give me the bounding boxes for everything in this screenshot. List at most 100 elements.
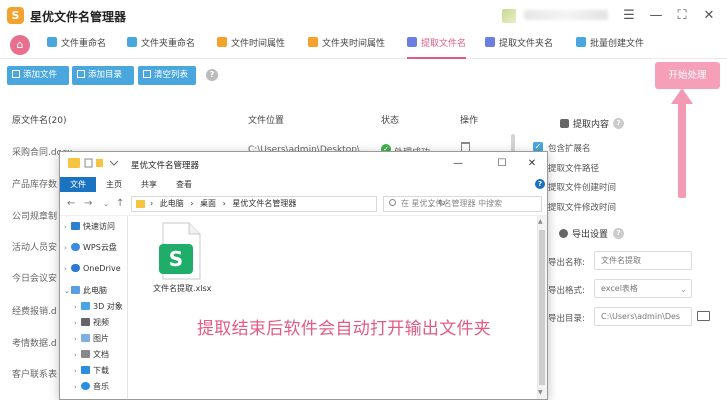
xlsx-file-icon[interactable]: S (159, 222, 201, 280)
tab-folder-rename[interactable]: 文件夹重命名 (127, 32, 195, 59)
annotation-caption: 提取结束后软件会自动打开输出文件夹 (197, 319, 492, 339)
chevron-right-icon: › (74, 303, 77, 311)
tab-label: 提取文件名 (421, 39, 467, 49)
nav-item-pictures[interactable]: › 图片 (74, 332, 109, 346)
nav-label: 音乐 (93, 382, 109, 391)
nav-label: 图片 (93, 334, 109, 343)
back-arrow-icon[interactable]: ← (67, 198, 75, 209)
export-dir-input[interactable]: C:\Users\admin\Des (594, 307, 692, 326)
user-avatar[interactable] (502, 9, 516, 23)
tab-file-rename[interactable]: 文件重命名 (47, 32, 106, 59)
explorer-maximize-button[interactable]: ☐ (495, 157, 509, 171)
export-dir-label: 导出目录: (548, 314, 585, 324)
file-icon-letter: S (169, 247, 183, 271)
chevron-right-icon: › (74, 335, 77, 343)
tab-batch-create[interactable]: 批量创建文件 (576, 32, 644, 59)
tab-file-time[interactable]: 文件时间属性 (217, 32, 285, 59)
nav-item-music[interactable]: › 音乐 (74, 380, 109, 394)
nav-item-wps-cloud[interactable]: › WPS云盘 (64, 241, 117, 255)
add-file-button[interactable]: 添加文件 (7, 66, 69, 85)
video-icon (81, 318, 90, 326)
table-row-name[interactable]: 公司规章制 (12, 209, 58, 222)
table-row-name[interactable]: 今日会议安 (12, 271, 58, 284)
minimize-button[interactable]: — (648, 8, 664, 24)
nav-item-downloads[interactable]: › 下载 (74, 364, 109, 378)
user-name-blurred (524, 10, 608, 20)
nav-item-onedrive[interactable]: › OneDrive (64, 262, 121, 276)
explorer-minimize-button[interactable]: — (451, 157, 465, 171)
scroll-up-icon[interactable]: ▲ (538, 218, 543, 225)
arrow-annotation-shaft (678, 100, 686, 198)
tab-label: 文件时间属性 (231, 39, 286, 49)
file-name-label[interactable]: 文件名提取.xlsx (153, 283, 211, 294)
nav-label: 此电脑 (83, 286, 107, 295)
extract-help-icon[interactable]: ? (613, 118, 624, 129)
music-icon (81, 382, 90, 390)
address-sep: › (222, 199, 226, 208)
extract-title-text: 提取内容 (573, 120, 610, 130)
header-status[interactable]: 状态 (381, 113, 399, 126)
explorer-close-button[interactable]: ✕ (525, 157, 539, 171)
option-extract-created[interactable]: 提取文件创建时间 (548, 181, 616, 193)
recent-chevron-icon[interactable]: ⌄ (103, 200, 109, 208)
address-bar[interactable]: › 此电脑 › 桌面 › 星优文件名管理器 ⌄ ↻ (131, 196, 446, 212)
ribbon-help-icon[interactable]: ? (535, 179, 545, 189)
maximize-button[interactable]: ⛶ (674, 8, 690, 24)
explorer-window: 星优文件名管理器 — ☐ ✕ 文件 主页 共享 查看 ? ← → ⌄ ↑ › 此… (59, 151, 548, 400)
address-crumb-folder[interactable]: 星优文件名管理器 (232, 199, 296, 208)
export-name-input[interactable]: 文件名提取 (594, 251, 692, 270)
close-button[interactable]: ✕ (701, 8, 717, 24)
chevron-right-icon: › (74, 319, 77, 327)
nav-item-3d-objects[interactable]: › 3D 对象 (74, 300, 123, 314)
table-row-name[interactable]: 活动人员安 (12, 240, 58, 253)
tab-folder-time[interactable]: 文件夹时间属性 (308, 32, 385, 59)
nav-label: OneDrive (83, 264, 121, 273)
tab-extract-filename[interactable]: 提取文件名 (407, 32, 467, 59)
forward-arrow-icon[interactable]: → (84, 198, 92, 209)
add-file-icon (12, 70, 20, 78)
export-help-icon[interactable]: ? (613, 228, 624, 239)
add-file-label: 添加文件 (23, 70, 58, 80)
folder-icon[interactable] (697, 311, 710, 321)
up-arrow-icon[interactable]: ↑ (116, 198, 124, 209)
quick-access-icons[interactable] (84, 158, 124, 168)
nav-label: WPS云盘 (83, 243, 117, 252)
nav-label: 下载 (93, 366, 109, 375)
option-extract-modified[interactable]: 提取文件修改时间 (548, 201, 616, 213)
table-row-name[interactable]: 产品库存数 (12, 177, 58, 190)
explorer-titlebar: 星优文件名管理器 — ☐ ✕ (60, 152, 547, 177)
ribbon-tab-file[interactable]: 文件 (60, 177, 96, 192)
option-include-extension[interactable]: 包含扩展名 (548, 142, 591, 154)
app-titlebar: S 星优文件名管理器 ☰ — ⛶ ✕ (0, 0, 727, 32)
add-folder-button[interactable]: 添加目录 (72, 66, 134, 85)
address-crumb-desktop[interactable]: 桌面 (200, 199, 216, 208)
nav-item-videos[interactable]: › 视频 (74, 316, 109, 330)
tab-extract-foldername[interactable]: 提取文件夹名 (485, 32, 553, 59)
clear-list-button[interactable]: 清空列表 (138, 66, 196, 85)
nav-item-documents[interactable]: › 文档 (74, 348, 109, 362)
ribbon-tab-view[interactable]: 查看 (169, 177, 199, 192)
nav-item-quick-access[interactable]: › 快速访问 (64, 220, 115, 234)
start-button[interactable]: 开始处理 (655, 62, 720, 89)
scroll-down-icon[interactable]: ▼ (538, 389, 543, 396)
explorer-ribbon: 文件 主页 共享 查看 ? (60, 177, 547, 192)
header-filename[interactable]: 原文件名(20) (12, 113, 66, 126)
table-row-name[interactable]: 客户联系表 (12, 367, 58, 380)
table-row-name[interactable]: 经费报销.d (12, 304, 58, 317)
explorer-scroll-thumb[interactable] (539, 230, 545, 385)
ribbon-tab-home[interactable]: 主页 (99, 177, 129, 192)
export-format-select[interactable]: excel表格 (594, 279, 692, 298)
batch-create-icon (576, 37, 586, 47)
option-extract-path[interactable]: 提取文件路径 (548, 162, 599, 174)
search-input[interactable]: 在 星优文件名管理器 中搜索 (383, 196, 542, 212)
chevron-right-icon: › (74, 367, 77, 375)
table-row-name[interactable]: 考情数据.d (12, 336, 58, 349)
cloud-icon (71, 243, 80, 251)
ribbon-tab-share[interactable]: 共享 (134, 177, 164, 192)
address-crumb-pc[interactable]: 此电脑 (160, 199, 184, 208)
help-icon[interactable]: ? (206, 69, 218, 81)
header-location[interactable]: 文件位置 (248, 113, 284, 126)
menu-icon[interactable]: ☰ (621, 8, 637, 24)
nav-item-this-pc[interactable]: ⌄ 此电脑 (64, 284, 107, 298)
home-button[interactable]: ⌂ (10, 35, 30, 55)
